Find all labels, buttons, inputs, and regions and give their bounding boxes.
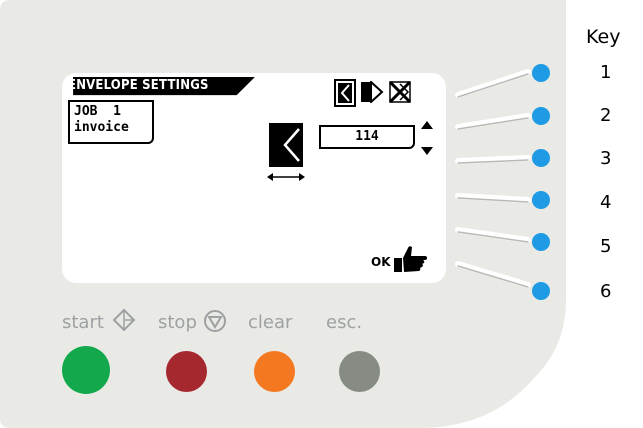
clear-label: clear (248, 312, 293, 333)
key-label-4: 4 (600, 192, 612, 213)
key-label-1: 1 (600, 62, 612, 83)
arrow-down-icon[interactable] (420, 143, 434, 159)
stop-label: stop (158, 312, 197, 333)
soft-key-6[interactable] (532, 282, 550, 300)
job-info-box: JOB 1 invoice (68, 100, 154, 144)
job-number: JOB 1 (74, 104, 121, 119)
key-label-3: 3 (600, 148, 612, 169)
key-title: Key (586, 26, 621, 48)
soft-key-1[interactable] (532, 64, 550, 82)
lcd-screen: ENVELOPE SETTINGS JOB 1 invoice 114 OK (62, 73, 446, 283)
soft-key-5[interactable] (532, 233, 550, 251)
envelope-size-field[interactable]: 114 (319, 125, 415, 149)
soft-key-3[interactable] (532, 149, 550, 167)
key-label-6: 6 (600, 281, 612, 302)
arrow-up-icon[interactable] (420, 119, 434, 135)
clear-button[interactable] (254, 351, 295, 392)
hand-pointer-icon[interactable] (392, 244, 428, 274)
stop-triangle-icon (204, 310, 226, 332)
soft-key-2[interactable] (532, 107, 550, 125)
start-label: start (62, 312, 104, 333)
start-button[interactable] (62, 346, 110, 394)
key-label-5: 5 (600, 236, 612, 257)
envelope-flap-left-icon[interactable] (334, 79, 356, 107)
ok-label[interactable]: OK (371, 255, 391, 269)
esc-label: esc. (326, 312, 363, 333)
job-name: invoice (74, 120, 129, 135)
start-diamond-icon (112, 308, 136, 332)
envelope-width-icon (267, 123, 305, 181)
screen-title: ENVELOPE SETTINGS (68, 78, 209, 93)
envelope-crossed-icon[interactable] (388, 81, 412, 103)
stop-button[interactable] (166, 351, 207, 392)
esc-button[interactable] (339, 351, 380, 392)
key-label-2: 2 (600, 105, 612, 126)
soft-key-4[interactable] (532, 191, 550, 209)
envelope-flap-right-icon[interactable] (360, 81, 384, 103)
